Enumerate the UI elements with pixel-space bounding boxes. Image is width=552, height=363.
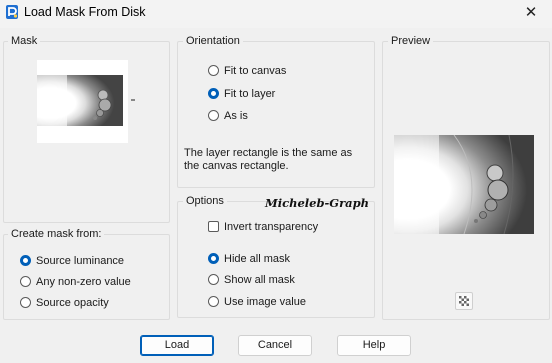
create-mask-legend: Create mask from:	[8, 228, 105, 240]
load-button[interactable]: Load	[140, 335, 214, 356]
any-non-zero-value-label[interactable]: Any non-zero value	[36, 276, 131, 288]
invert-transparency-label[interactable]: Invert transparency	[224, 221, 318, 233]
resize-marker	[131, 99, 135, 101]
source-opacity-radio[interactable]	[20, 297, 31, 308]
invert-transparency-checkbox[interactable]	[208, 221, 219, 232]
help-button[interactable]: Help	[337, 335, 411, 356]
options-legend: Options	[183, 195, 227, 207]
transparency-toggle-button[interactable]	[455, 292, 473, 310]
use-image-value-radio[interactable]	[208, 296, 219, 307]
close-icon: ✕	[524, 4, 538, 21]
source-luminance-radio[interactable]	[20, 255, 31, 266]
fit-to-canvas-label[interactable]: Fit to canvas	[224, 65, 286, 77]
hide-all-mask-radio[interactable]	[208, 253, 219, 264]
as-is-radio[interactable]	[208, 110, 219, 121]
use-image-value-label[interactable]: Use image value	[224, 296, 306, 308]
preview-image	[394, 135, 534, 234]
fit-to-canvas-radio[interactable]	[208, 65, 219, 76]
hide-all-mask-label[interactable]: Hide all mask	[224, 253, 290, 265]
preview-legend: Preview	[388, 35, 434, 47]
close-button[interactable]: ✕	[516, 2, 546, 24]
orientation-legend: Orientation	[183, 35, 243, 47]
paintshop-pro-icon	[6, 5, 18, 19]
watermark-text: Micheleb-Graph	[265, 196, 370, 210]
as-is-label[interactable]: As is	[224, 110, 248, 122]
checkerboard-icon	[459, 296, 469, 306]
window-title: Load Mask From Disk	[24, 5, 146, 19]
title-bar: Load Mask From Disk ✕	[0, 0, 552, 28]
mask-legend: Mask	[8, 35, 41, 47]
show-all-mask-radio[interactable]	[208, 274, 219, 285]
cancel-button[interactable]: Cancel	[238, 335, 312, 356]
source-opacity-label[interactable]: Source opacity	[36, 297, 109, 309]
mask-thumbnail[interactable]	[37, 60, 128, 143]
fit-to-layer-label[interactable]: Fit to layer	[224, 88, 275, 100]
orientation-description: The layer rectangle is the same as the c…	[184, 147, 353, 172]
any-non-zero-value-radio[interactable]	[20, 276, 31, 287]
show-all-mask-label[interactable]: Show all mask	[224, 274, 295, 286]
source-luminance-label[interactable]: Source luminance	[36, 255, 124, 267]
fit-to-layer-radio[interactable]	[208, 88, 219, 99]
